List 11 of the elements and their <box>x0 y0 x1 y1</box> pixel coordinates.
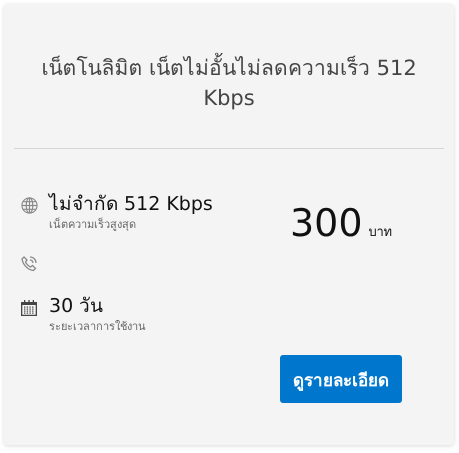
calendar-icon <box>20 299 38 317</box>
globe-icon <box>20 197 38 214</box>
price-unit: บาท <box>368 224 393 242</box>
feature-caption: เน็ตความเร็วสูงสุด <box>49 217 137 233</box>
price-amount: 300 <box>290 201 363 245</box>
feature-caption: ระยะเวลาการใช้งาน <box>49 319 146 335</box>
feature-value: 30 วัน <box>49 294 104 319</box>
phone-icon <box>20 255 38 273</box>
package-title: เน็ตโนลิมิต เน็ตไม่อั้นไม่ลดความเร็ว 512 Kbps <box>14 4 444 148</box>
details-button[interactable]: ดูรายละเอียด <box>280 355 402 403</box>
feature-value: ไม่จำกัด 512 Kbps <box>49 192 213 217</box>
